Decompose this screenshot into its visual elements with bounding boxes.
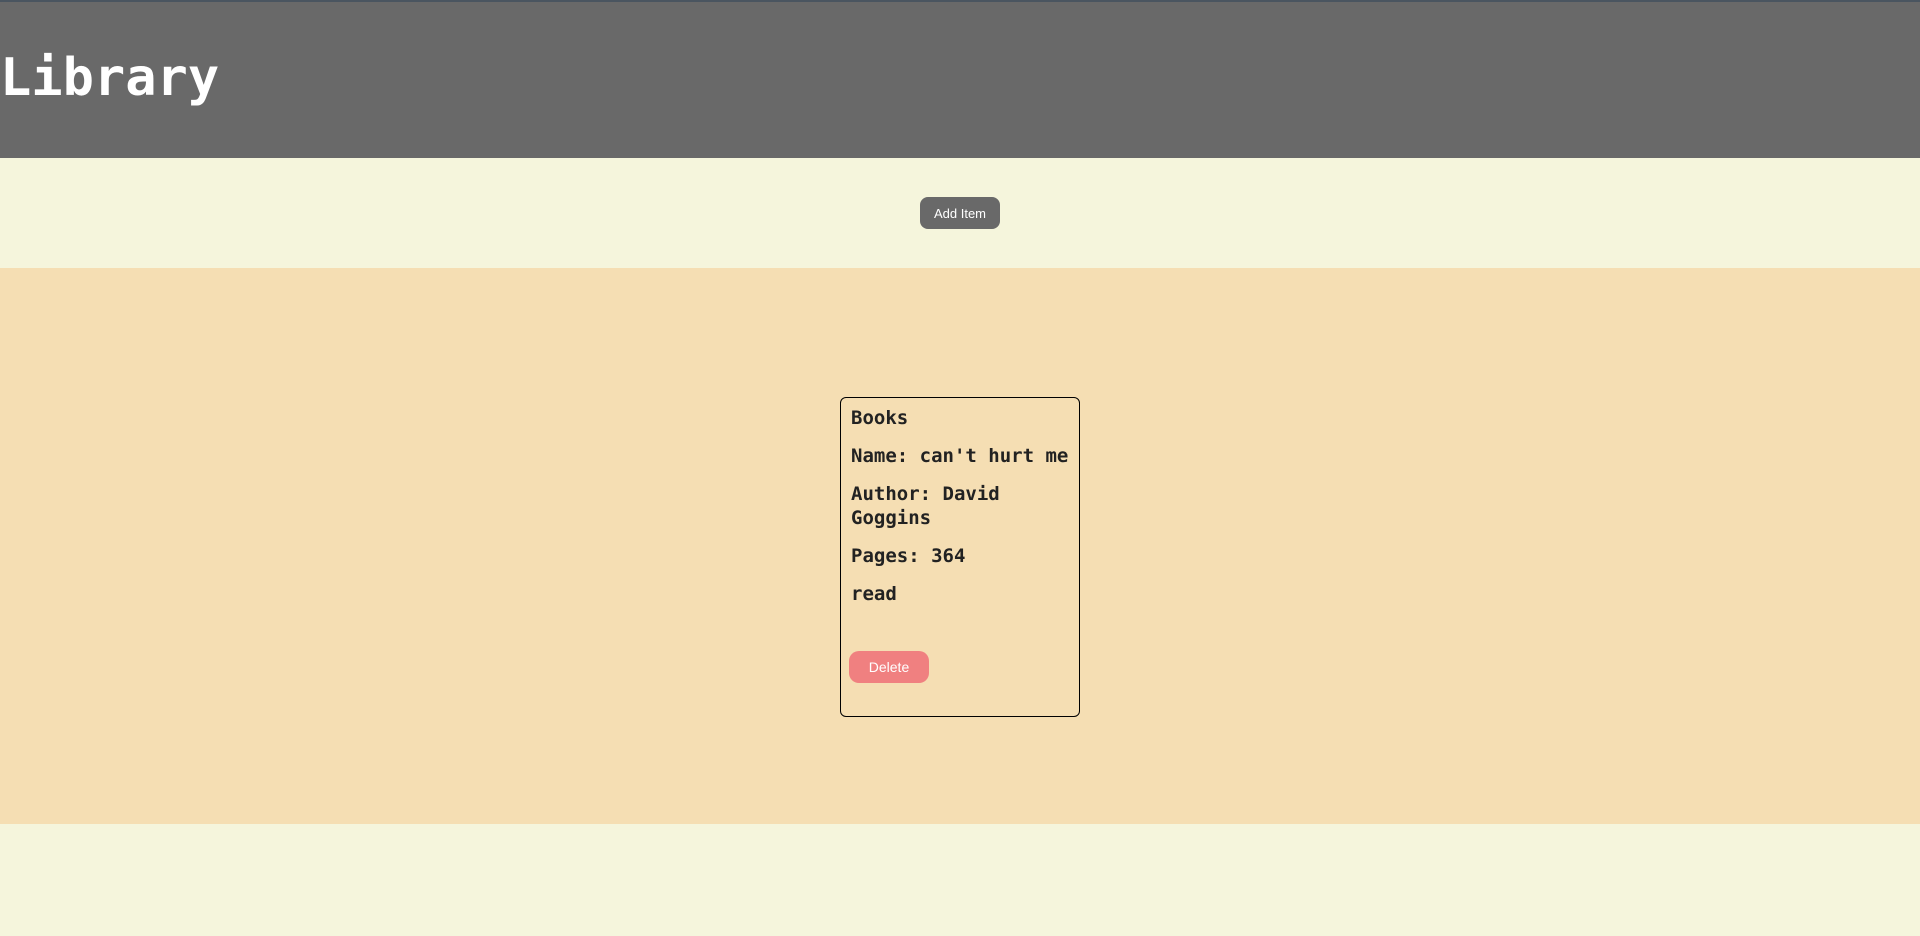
add-item-button[interactable]: Add Item (920, 197, 1000, 229)
library-grid: Books Name: can't hurt me Author: David … (0, 268, 1920, 824)
card-read-status: read (851, 583, 897, 605)
toolbar: Add Item (0, 158, 1920, 268)
card-author: Author: David Goggins (851, 483, 1000, 529)
page-title: Library (0, 48, 220, 108)
page: Library Add Item Books Name: can't hurt … (0, 0, 1920, 936)
delete-button[interactable]: Delete (849, 651, 929, 683)
card-category: Books (851, 407, 909, 429)
library-card: Books Name: can't hurt me Author: David … (840, 397, 1080, 717)
footer (0, 824, 1920, 936)
card-name: Name: can't hurt me (851, 445, 1069, 467)
card-pages: Pages: 364 (851, 545, 966, 567)
header: Library (0, 2, 1920, 158)
